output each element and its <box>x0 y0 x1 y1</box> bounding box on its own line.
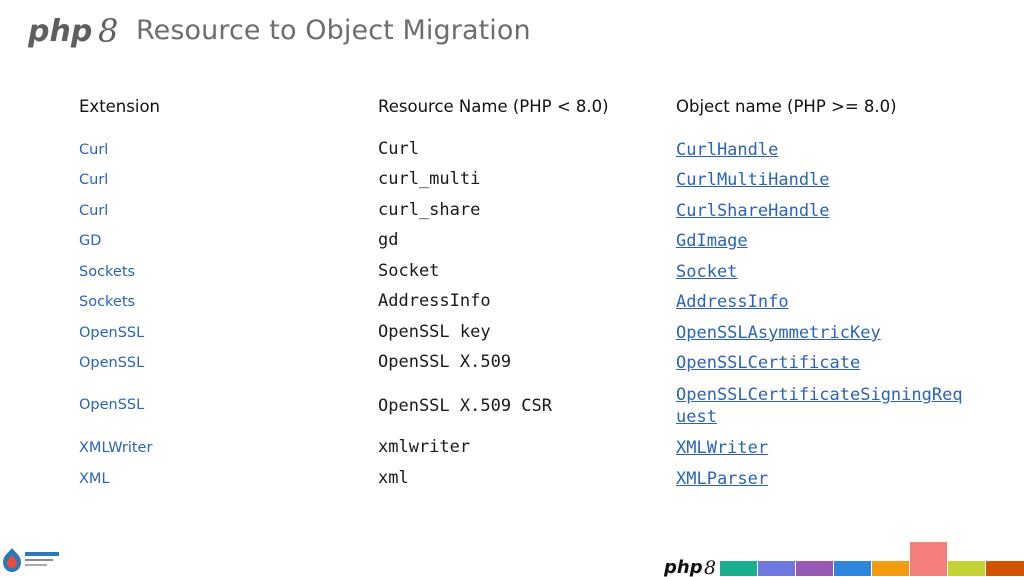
object-name-link[interactable]: OpenSSLCertificateSigningRequest <box>676 384 966 428</box>
resource-name: OpenSSL key <box>378 322 491 342</box>
extension-link[interactable]: Sockets <box>79 294 135 310</box>
color-bar <box>796 561 833 576</box>
resource-name: OpenSSL X.509 <box>378 352 512 372</box>
color-bar <box>986 561 1024 576</box>
object-name-link[interactable]: OpenSSLCertificate <box>676 352 966 374</box>
resource-name: OpenSSL X.509 CSR <box>378 396 552 416</box>
extension-link[interactable]: XML <box>79 471 110 487</box>
object-name-link[interactable]: CurlHandle <box>676 139 966 161</box>
resource-name: xmlwriter <box>378 437 471 457</box>
php8-logo: php 8 <box>28 12 118 48</box>
column-header-extension: Extension <box>79 97 161 116</box>
resource-name: curl_multi <box>378 169 481 189</box>
color-bar <box>758 561 795 576</box>
extension-link[interactable]: Curl <box>79 142 108 158</box>
color-bar <box>910 542 947 576</box>
drupalcon-logo <box>3 548 59 572</box>
resource-name: gd <box>378 230 399 250</box>
object-name-link[interactable]: Socket <box>676 261 966 283</box>
svg-text:php: php <box>28 14 92 48</box>
resource-name: Socket <box>378 261 440 281</box>
color-bar <box>834 561 871 576</box>
extension-link[interactable]: Sockets <box>79 264 135 280</box>
extension-link[interactable]: GD <box>79 233 101 249</box>
extension-link[interactable]: Curl <box>79 203 108 219</box>
svg-text:8: 8 <box>704 557 716 577</box>
object-name-link[interactable]: CurlShareHandle <box>676 200 966 222</box>
svg-text:8: 8 <box>98 12 118 48</box>
resource-name: curl_share <box>378 200 481 220</box>
object-name-link[interactable]: XMLWriter <box>676 437 966 459</box>
object-name-link[interactable]: XMLParser <box>676 468 966 490</box>
color-bar <box>948 561 985 576</box>
php8-footer-logo: php 8 <box>664 557 716 577</box>
resource-name: xml <box>378 468 409 488</box>
slide-header: php 8 Resource to Object Migration <box>28 10 531 50</box>
resource-name: Curl <box>378 139 419 159</box>
resource-name: AddressInfo <box>378 291 491 311</box>
object-name-link[interactable]: AddressInfo <box>676 291 966 313</box>
object-name-link[interactable]: GdImage <box>676 230 966 252</box>
color-bar <box>720 561 757 576</box>
slide-title: Resource to Object Migration <box>136 14 531 46</box>
extension-link[interactable]: OpenSSL <box>79 397 144 413</box>
object-name-link[interactable]: CurlMultiHandle <box>676 169 966 191</box>
color-bar <box>872 561 909 576</box>
column-header-object: Object name (PHP >= 8.0) <box>676 97 897 116</box>
extension-link[interactable]: Curl <box>79 172 108 188</box>
extension-link[interactable]: OpenSSL <box>79 325 144 341</box>
column-header-resource: Resource Name (PHP < 8.0) <box>378 97 609 116</box>
svg-text:php: php <box>664 557 703 577</box>
extension-link[interactable]: OpenSSL <box>79 355 144 371</box>
extension-link[interactable]: XMLWriter <box>79 440 152 456</box>
object-name-link[interactable]: OpenSSLAsymmetricKey <box>676 322 966 344</box>
